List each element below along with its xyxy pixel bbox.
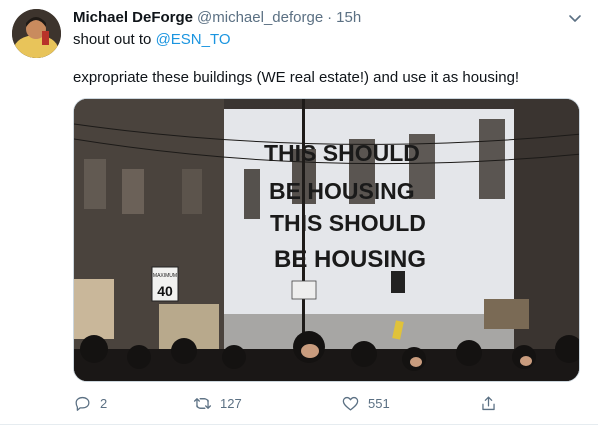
user-handle[interactable]: @michael_deforge	[197, 9, 323, 26]
reply-icon	[75, 396, 90, 411]
tweet-text-line-1: shout out to @ESN_TO	[73, 31, 231, 48]
retweet-icon	[193, 397, 212, 409]
projected-line-4: BE HOUSING	[274, 246, 426, 273]
share-button[interactable]	[479, 392, 498, 414]
tweet[interactable]: Michael DeForge @michael_deforge · 15h s…	[0, 0, 598, 425]
display-name[interactable]: Michael DeForge	[73, 9, 193, 26]
separator-dot: ·	[327, 9, 333, 26]
tweet-header: Michael DeForge @michael_deforge · 15h	[73, 9, 361, 29]
like-count: 551	[368, 395, 390, 411]
reply-count: 2	[100, 395, 108, 411]
more-options-button[interactable]	[566, 9, 584, 27]
chevron-down-icon	[569, 15, 581, 22]
speed-sign-header: MAXIMUM	[153, 273, 177, 279]
avatar-image	[12, 9, 61, 58]
tweet-actions: 2 127 551	[73, 392, 580, 414]
heart-icon	[342, 396, 359, 410]
tweet-text-prefix: shout out to	[73, 31, 156, 48]
mention-link[interactable]: @ESN_TO	[156, 31, 231, 48]
photo-image: THIS SHOULD BE HOUSING THIS SHOULD BE HO…	[74, 99, 579, 381]
speed-sign-value: 40	[157, 283, 173, 299]
share-icon	[482, 396, 495, 410]
projected-line-2: BE HOUSING	[269, 178, 415, 204]
projected-line-3: THIS SHOULD	[270, 210, 426, 236]
tweet-body: expropriate these buildings (WE real est…	[73, 69, 520, 86]
timestamp[interactable]: 15h	[336, 9, 361, 26]
like-button[interactable]: 551	[341, 392, 390, 414]
tweet-photo[interactable]: THIS SHOULD BE HOUSING THIS SHOULD BE HO…	[73, 98, 580, 382]
reply-button[interactable]: 2	[73, 392, 107, 414]
retweet-button[interactable]: 127	[193, 392, 242, 414]
retweet-count: 127	[220, 395, 242, 411]
avatar[interactable]	[12, 9, 61, 58]
